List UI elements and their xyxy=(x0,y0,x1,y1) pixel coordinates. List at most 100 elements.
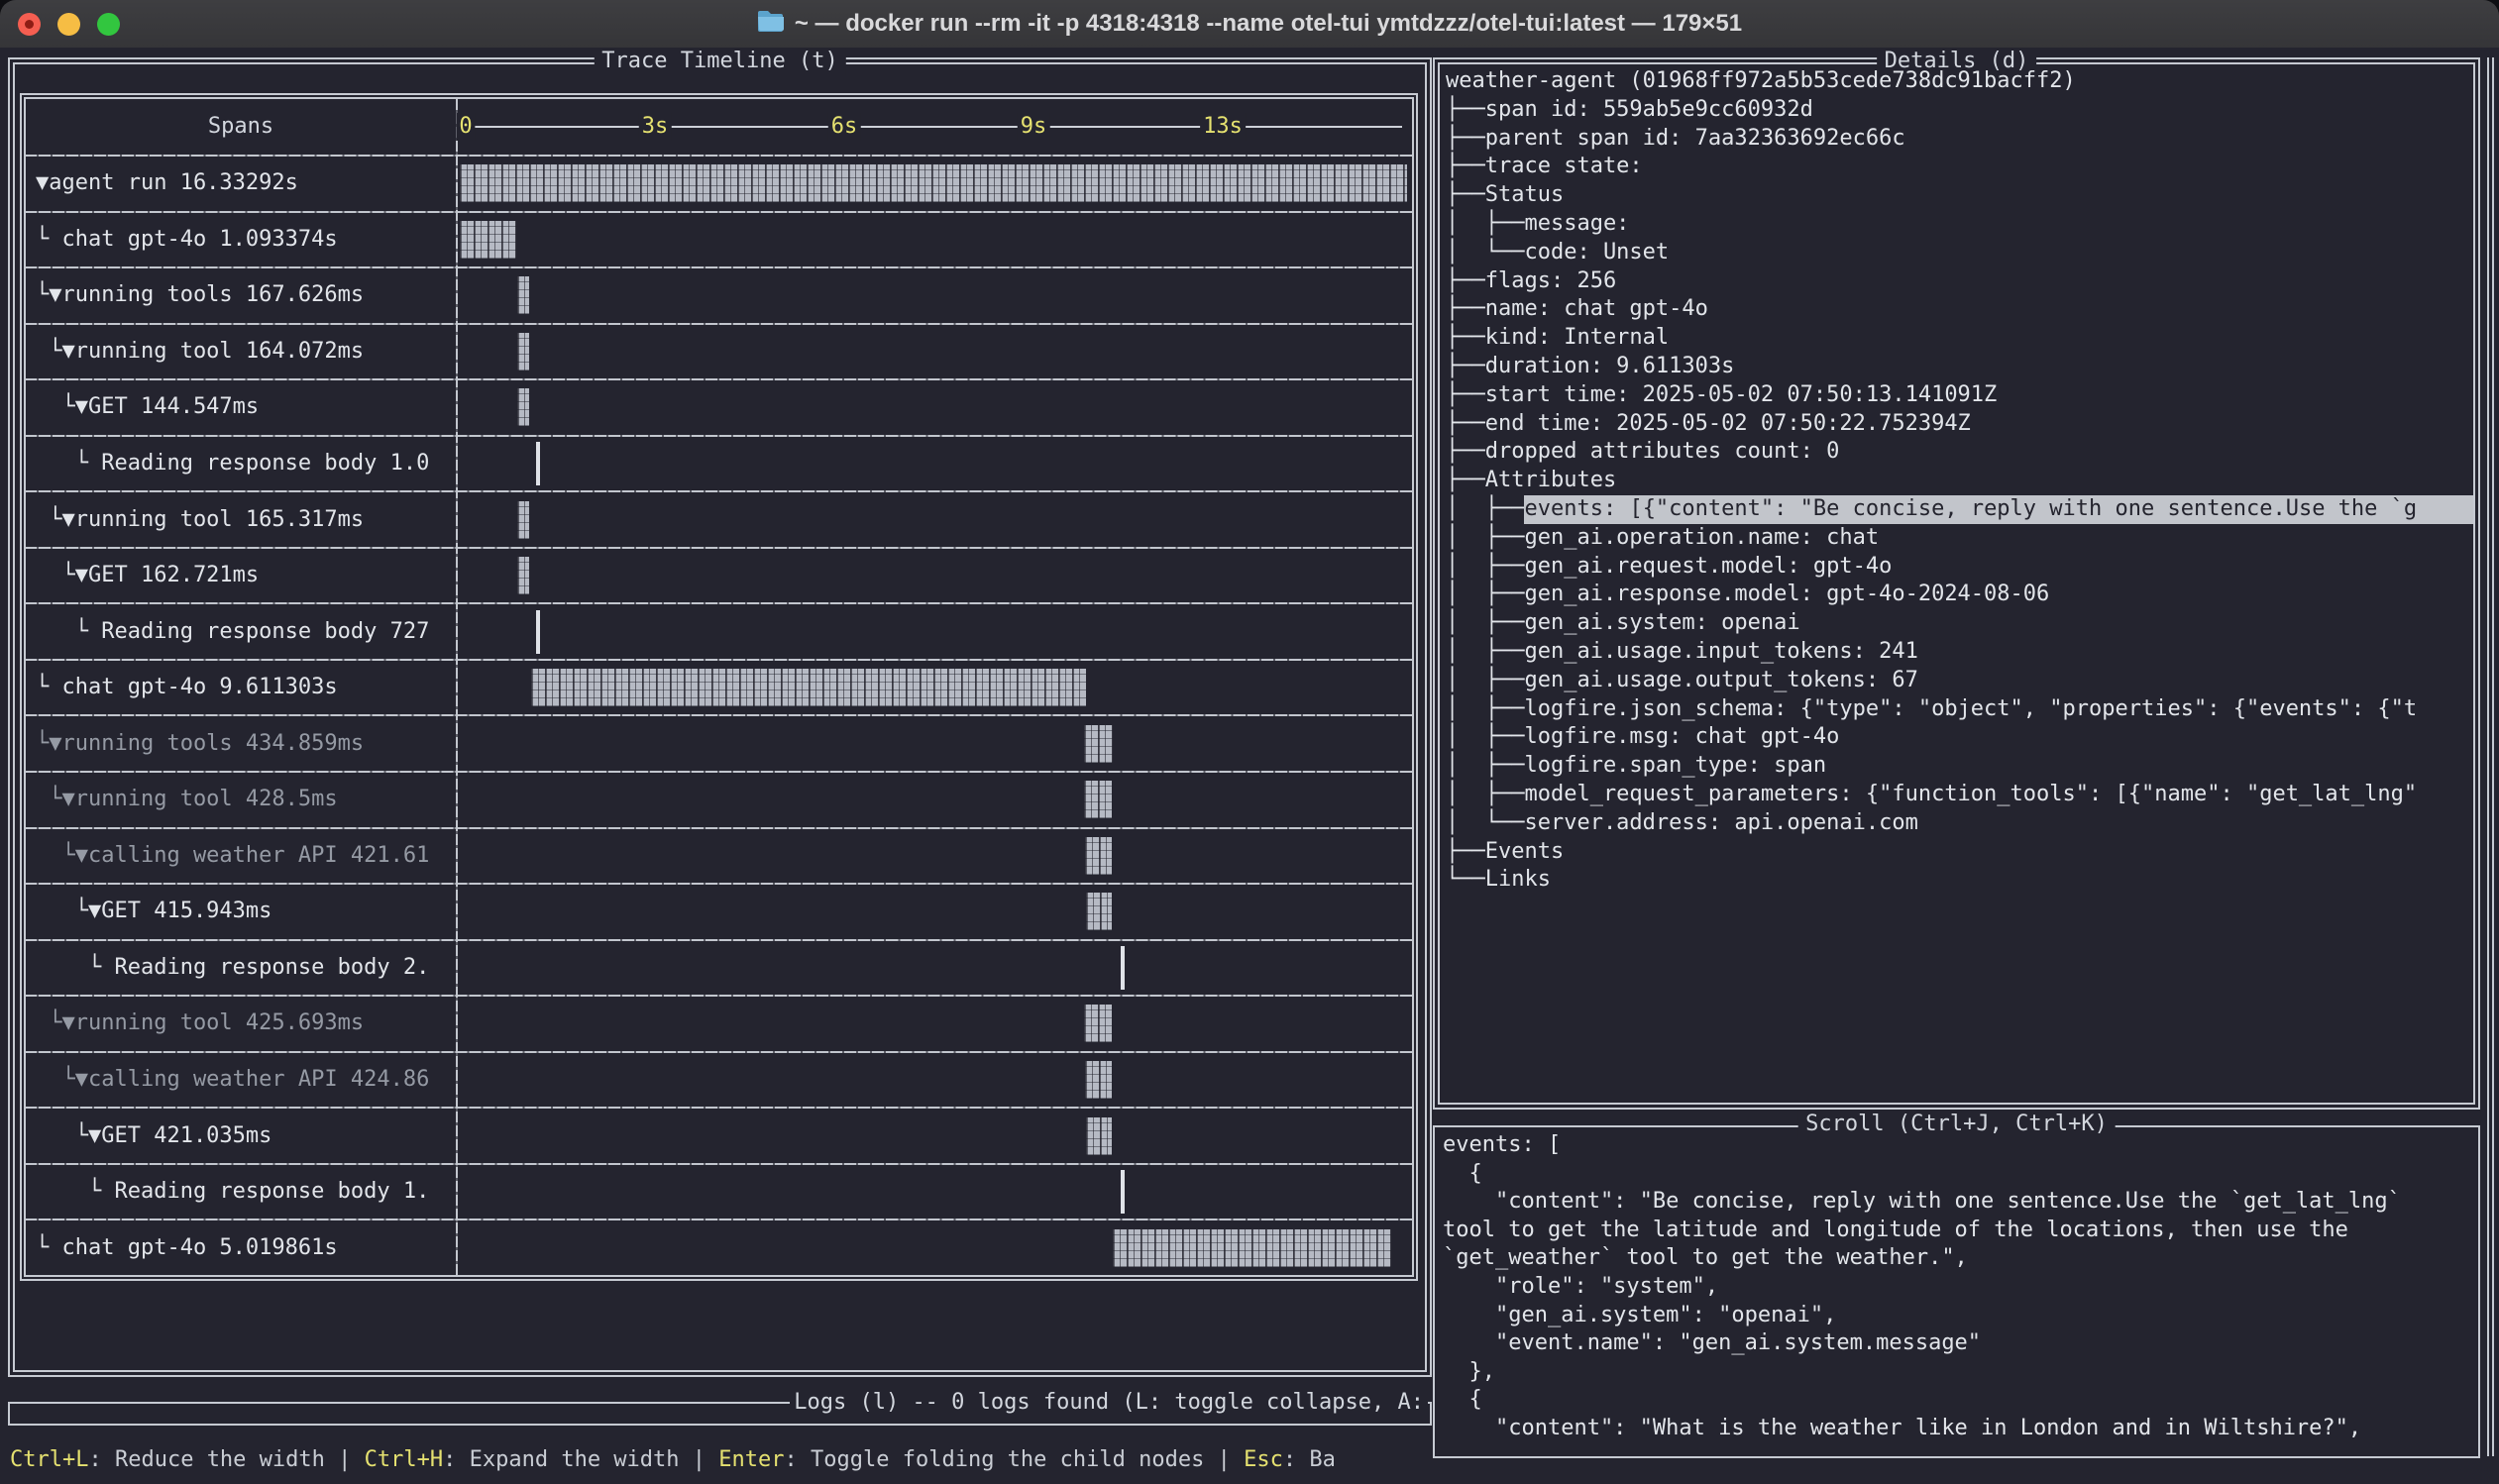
detail-line-text: │ ├──gen_ai.response.model: gpt-4o-2024-… xyxy=(1446,581,2049,609)
span-label-cell: └▼calling weather API 424.86 xyxy=(26,1053,456,1108)
detail-line[interactable]: ├──flags: 256 xyxy=(1446,267,2473,296)
logs-panel[interactable]: Logs (l) -- 0 logs found (L: toggle coll… xyxy=(8,1402,1432,1426)
scroll-line: `get_weather` tool to get the weather.", xyxy=(1443,1244,2478,1273)
span-row[interactable]: └▼running tool 165.317ms xyxy=(26,492,1412,549)
span-label-cell: └▼running tools 434.859ms xyxy=(26,716,456,771)
span-label: └▼running tools 167.626ms xyxy=(26,281,364,309)
scroll-line: }, xyxy=(1443,1358,2478,1387)
span-row[interactable]: └ Reading response body 1.0 xyxy=(26,437,1412,493)
span-bar xyxy=(536,610,540,654)
span-row[interactable]: └ chat gpt-4o 5.019861s xyxy=(26,1220,1412,1275)
span-timeline-cell xyxy=(456,380,1412,435)
span-label: └▼GET 421.035ms xyxy=(26,1122,272,1150)
detail-line[interactable]: │ ├──gen_ai.response.model: gpt-4o-2024-… xyxy=(1446,581,2473,609)
span-timeline-cell xyxy=(456,549,1412,603)
span-bar xyxy=(1084,1005,1112,1042)
span-row[interactable]: └▼calling weather API 424.86 xyxy=(26,1053,1412,1110)
detail-line-text: │ ├──message: xyxy=(1446,210,1629,239)
close-button[interactable] xyxy=(18,13,41,36)
span-label: └▼running tool 425.693ms xyxy=(26,1009,364,1037)
span-row[interactable]: └▼running tool 164.072ms xyxy=(26,325,1412,381)
detail-line[interactable]: │ ├──gen_ai.request.model: gpt-4o xyxy=(1446,553,2473,582)
span-row[interactable]: └▼GET 421.035ms xyxy=(26,1109,1412,1165)
detail-line[interactable]: ├──Attributes xyxy=(1446,467,2473,495)
scroll-line: { xyxy=(1443,1160,2478,1189)
detail-line[interactable]: ├──Events xyxy=(1446,838,2473,867)
span-bar xyxy=(1086,1117,1112,1155)
span-label-cell: └▼GET 421.035ms xyxy=(26,1109,456,1163)
detail-line[interactable]: ├──trace state: xyxy=(1446,153,2473,181)
detail-line-text: │ ├──logfire.msg: chat gpt-4o xyxy=(1446,723,1839,752)
detail-line[interactable]: ├──duration: 9.611303s xyxy=(1446,353,2473,381)
status-bar: Ctrl+L: Reduce the width | Ctrl+H: Expan… xyxy=(10,1446,1427,1476)
span-row[interactable]: └▼running tool 425.693ms xyxy=(26,997,1412,1053)
scroll-panel[interactable]: Scroll (Ctrl+J, Ctrl+K) events: [ { "con… xyxy=(1433,1125,2480,1458)
detail-line-text: │ ├──gen_ai.usage.output_tokens: 67 xyxy=(1446,667,1918,695)
detail-line[interactable]: ├──name: chat gpt-4o xyxy=(1446,295,2473,324)
detail-line[interactable]: └──Links xyxy=(1446,866,2473,895)
detail-line[interactable]: │ ├──logfire.json_schema: {"type": "obje… xyxy=(1446,695,2473,724)
span-row[interactable]: └ Reading response body 1. xyxy=(26,1165,1412,1221)
statusbar-segment: Esc xyxy=(1244,1447,1283,1472)
span-timeline-cell xyxy=(456,1109,1412,1163)
detail-line-text: └──Links xyxy=(1446,866,1551,895)
span-row[interactable]: └ Reading response body 727 xyxy=(26,604,1412,661)
span-timeline-cell xyxy=(456,1220,1412,1275)
span-timeline-cell xyxy=(456,716,1412,771)
span-bar xyxy=(460,164,1407,202)
span-row[interactable]: └▼running tools 167.626ms xyxy=(26,268,1412,325)
detail-line[interactable]: │ ├──gen_ai.usage.input_tokens: 241 xyxy=(1446,638,2473,667)
detail-line[interactable]: ├──span id: 559ab5e9cc60932d xyxy=(1446,96,2473,125)
span-row[interactable]: └ chat gpt-4o 1.093374s xyxy=(26,213,1412,269)
detail-line[interactable]: ├──start time: 2025-05-02 07:50:13.14109… xyxy=(1446,381,2473,410)
trace-timeline-panel[interactable]: Trace Timeline (t) Spans 03s6s9s13s ▼age… xyxy=(8,57,1432,1377)
scroll-line: events: [ xyxy=(1443,1131,2478,1160)
zoom-button[interactable] xyxy=(97,13,120,36)
span-label: └▼calling weather API 424.86 xyxy=(26,1066,429,1094)
span-row[interactable]: └▼running tools 434.859ms xyxy=(26,716,1412,773)
span-timeline-cell xyxy=(456,997,1412,1051)
span-row[interactable]: └▼calling weather API 421.61 xyxy=(26,829,1412,886)
span-bar xyxy=(517,388,529,426)
span-row[interactable]: └▼GET 415.943ms xyxy=(26,885,1412,941)
detail-line[interactable]: │ ├──gen_ai.operation.name: chat xyxy=(1446,524,2473,553)
detail-line-text: ├──parent span id: 7aa32363692ec66c xyxy=(1446,125,1905,154)
span-label: └▼calling weather API 421.61 xyxy=(26,842,429,870)
span-bar xyxy=(1084,781,1112,818)
scroll-line: "gen_ai.system": "openai", xyxy=(1443,1302,2478,1330)
right-scrollbar-strip[interactable] xyxy=(2487,57,2494,1456)
detail-line[interactable]: │ ├──gen_ai.usage.output_tokens: 67 xyxy=(1446,667,2473,695)
terminal-screen: Trace Timeline (t) Spans 03s6s9s13s ▼age… xyxy=(0,48,2499,1484)
span-row[interactable]: └▼GET 162.721ms xyxy=(26,549,1412,605)
span-timeline-cell xyxy=(456,213,1412,267)
detail-line[interactable]: ├──dropped attributes count: 0 xyxy=(1446,438,2473,467)
detail-line[interactable]: ├──Status xyxy=(1446,181,2473,210)
detail-line[interactable]: │ ├──model_request_parameters: {"functio… xyxy=(1446,781,2473,809)
span-row[interactable]: ▼agent run 16.33292s xyxy=(26,157,1412,213)
span-bar xyxy=(517,276,529,314)
detail-line[interactable]: │ ├──message: xyxy=(1446,210,2473,239)
detail-line[interactable]: ├──end time: 2025-05-02 07:50:22.752394Z xyxy=(1446,410,2473,439)
detail-line[interactable]: │ ├──logfire.msg: chat gpt-4o xyxy=(1446,723,2473,752)
detail-line[interactable]: │ └──code: Unset xyxy=(1446,239,2473,267)
detail-line-text: ├──duration: 9.611303s xyxy=(1446,353,1734,381)
span-row[interactable]: └▼GET 144.547ms xyxy=(26,380,1412,437)
span-label-cell: └▼GET 144.547ms xyxy=(26,380,456,435)
span-row[interactable]: └ Reading response body 2. xyxy=(26,941,1412,998)
detail-line[interactable]: │ ├── events: [{"content": "Be concise, … xyxy=(1446,495,2473,524)
detail-line[interactable]: weather-agent (01968ff972a5b53cede738dc9… xyxy=(1446,67,2473,96)
detail-line[interactable]: │ ├──logfire.span_type: span xyxy=(1446,752,2473,781)
detail-line[interactable]: ├──kind: Internal xyxy=(1446,324,2473,353)
minimize-button[interactable] xyxy=(57,13,80,36)
detail-line[interactable]: │ └──server.address: api.openai.com xyxy=(1446,809,2473,838)
detail-line[interactable]: │ ├──gen_ai.system: openai xyxy=(1446,609,2473,638)
details-panel[interactable]: Details (d) weather-agent (01968ff972a5b… xyxy=(1433,57,2480,1110)
span-row[interactable]: └▼running tool 428.5ms xyxy=(26,773,1412,829)
axis-tick-label: 3s xyxy=(639,113,672,141)
detail-line[interactable]: ├──parent span id: 7aa32363692ec66c xyxy=(1446,125,2473,154)
span-bar xyxy=(517,333,529,371)
traffic-lights xyxy=(18,0,120,48)
span-label: └ Reading response body 1. xyxy=(26,1178,429,1206)
span-row[interactable]: └ chat gpt-4o 9.611303s xyxy=(26,661,1412,717)
span-label-cell: └▼running tool 165.317ms xyxy=(26,492,456,547)
